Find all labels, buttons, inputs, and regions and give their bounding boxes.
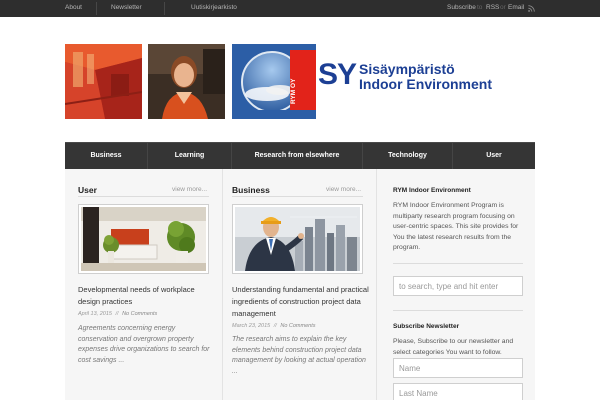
post-title-link[interactable]: Developmental needs of workplace design … bbox=[78, 284, 213, 308]
post-comments-link[interactable]: No Comments bbox=[122, 311, 157, 317]
header-image-red-room bbox=[65, 44, 142, 119]
main-nav: Business Learning Research from elsewher… bbox=[65, 142, 535, 169]
newsletter-title: Subscribe Newsletter bbox=[393, 323, 460, 330]
logo-badge-text: RYM OY bbox=[290, 78, 297, 104]
top-bar: About Newsletter Uutiskirjearkisto Subsc… bbox=[0, 0, 600, 17]
section-underline bbox=[232, 196, 363, 197]
meta-separator: // bbox=[273, 323, 277, 329]
nav-item-business[interactable]: Business bbox=[65, 143, 148, 169]
subscribe-to-label: to bbox=[477, 4, 483, 11]
search-input[interactable] bbox=[393, 276, 523, 296]
newsletter-text: Please, Subscribe to our newsletter and … bbox=[393, 338, 514, 356]
meta-separator: // bbox=[115, 311, 119, 317]
header-image-woman bbox=[148, 44, 225, 119]
post-date: April 13, 2015 bbox=[78, 311, 112, 317]
email-link[interactable]: Email bbox=[508, 4, 524, 11]
subscribe-or-label: or bbox=[500, 4, 506, 11]
logo-title-finnish: Sisäympäristö bbox=[359, 61, 455, 77]
rss-icon[interactable] bbox=[528, 5, 535, 12]
post-comments-link[interactable]: No Comments bbox=[280, 323, 315, 329]
section-title-business: Business bbox=[232, 185, 270, 195]
logo-title-english: Indoor Environment bbox=[359, 76, 492, 92]
sidebar-about-title: RYM Indoor Environment bbox=[393, 187, 471, 194]
last-name-field[interactable] bbox=[393, 383, 523, 400]
subscribe-label: Subscribe bbox=[447, 4, 476, 11]
view-more-link[interactable]: view more... bbox=[172, 186, 207, 193]
nav-item-technology[interactable]: Technology bbox=[363, 143, 453, 169]
nav-item-learning[interactable]: Learning bbox=[148, 143, 232, 169]
sidebar-about-text: RYM Indoor Environment Program is multip… bbox=[393, 202, 519, 251]
post-thumbnail-living-room[interactable] bbox=[78, 204, 209, 274]
column-divider bbox=[376, 169, 377, 400]
nav-item-research[interactable]: Research from elsewhere bbox=[232, 143, 363, 169]
top-link-archive[interactable]: Uutiskirjearkisto bbox=[191, 4, 237, 11]
view-more-link[interactable]: view more... bbox=[326, 186, 361, 193]
logo-sy: SY bbox=[318, 58, 357, 91]
post-date: March 23, 2015 bbox=[232, 323, 271, 329]
section-underline bbox=[78, 196, 209, 197]
top-link-newsletter[interactable]: Newsletter bbox=[111, 4, 142, 11]
column-divider bbox=[222, 169, 223, 400]
sidebar-divider bbox=[393, 263, 523, 264]
logo-image-globe: RYM OY bbox=[232, 44, 316, 119]
name-field[interactable] bbox=[393, 358, 523, 378]
top-bar-divider bbox=[96, 2, 97, 15]
post-meta: April 13, 2015 // No Comments bbox=[78, 311, 157, 317]
post-thumbnail-construction[interactable] bbox=[232, 204, 363, 274]
sidebar-divider bbox=[393, 310, 523, 311]
rss-link[interactable]: RSS bbox=[486, 4, 499, 11]
post-title-link[interactable]: Understanding fundamental and practical … bbox=[232, 284, 372, 320]
post-meta: March 23, 2015 // No Comments bbox=[232, 323, 316, 329]
section-title-user: User bbox=[78, 185, 97, 195]
post-excerpt: The research aims to explain the key ele… bbox=[232, 336, 366, 375]
nav-item-user[interactable]: User bbox=[453, 143, 535, 169]
top-bar-divider bbox=[164, 2, 165, 15]
post-excerpt: Agreements concerning energy conservatio… bbox=[78, 325, 210, 364]
top-link-about[interactable]: About bbox=[65, 4, 82, 11]
